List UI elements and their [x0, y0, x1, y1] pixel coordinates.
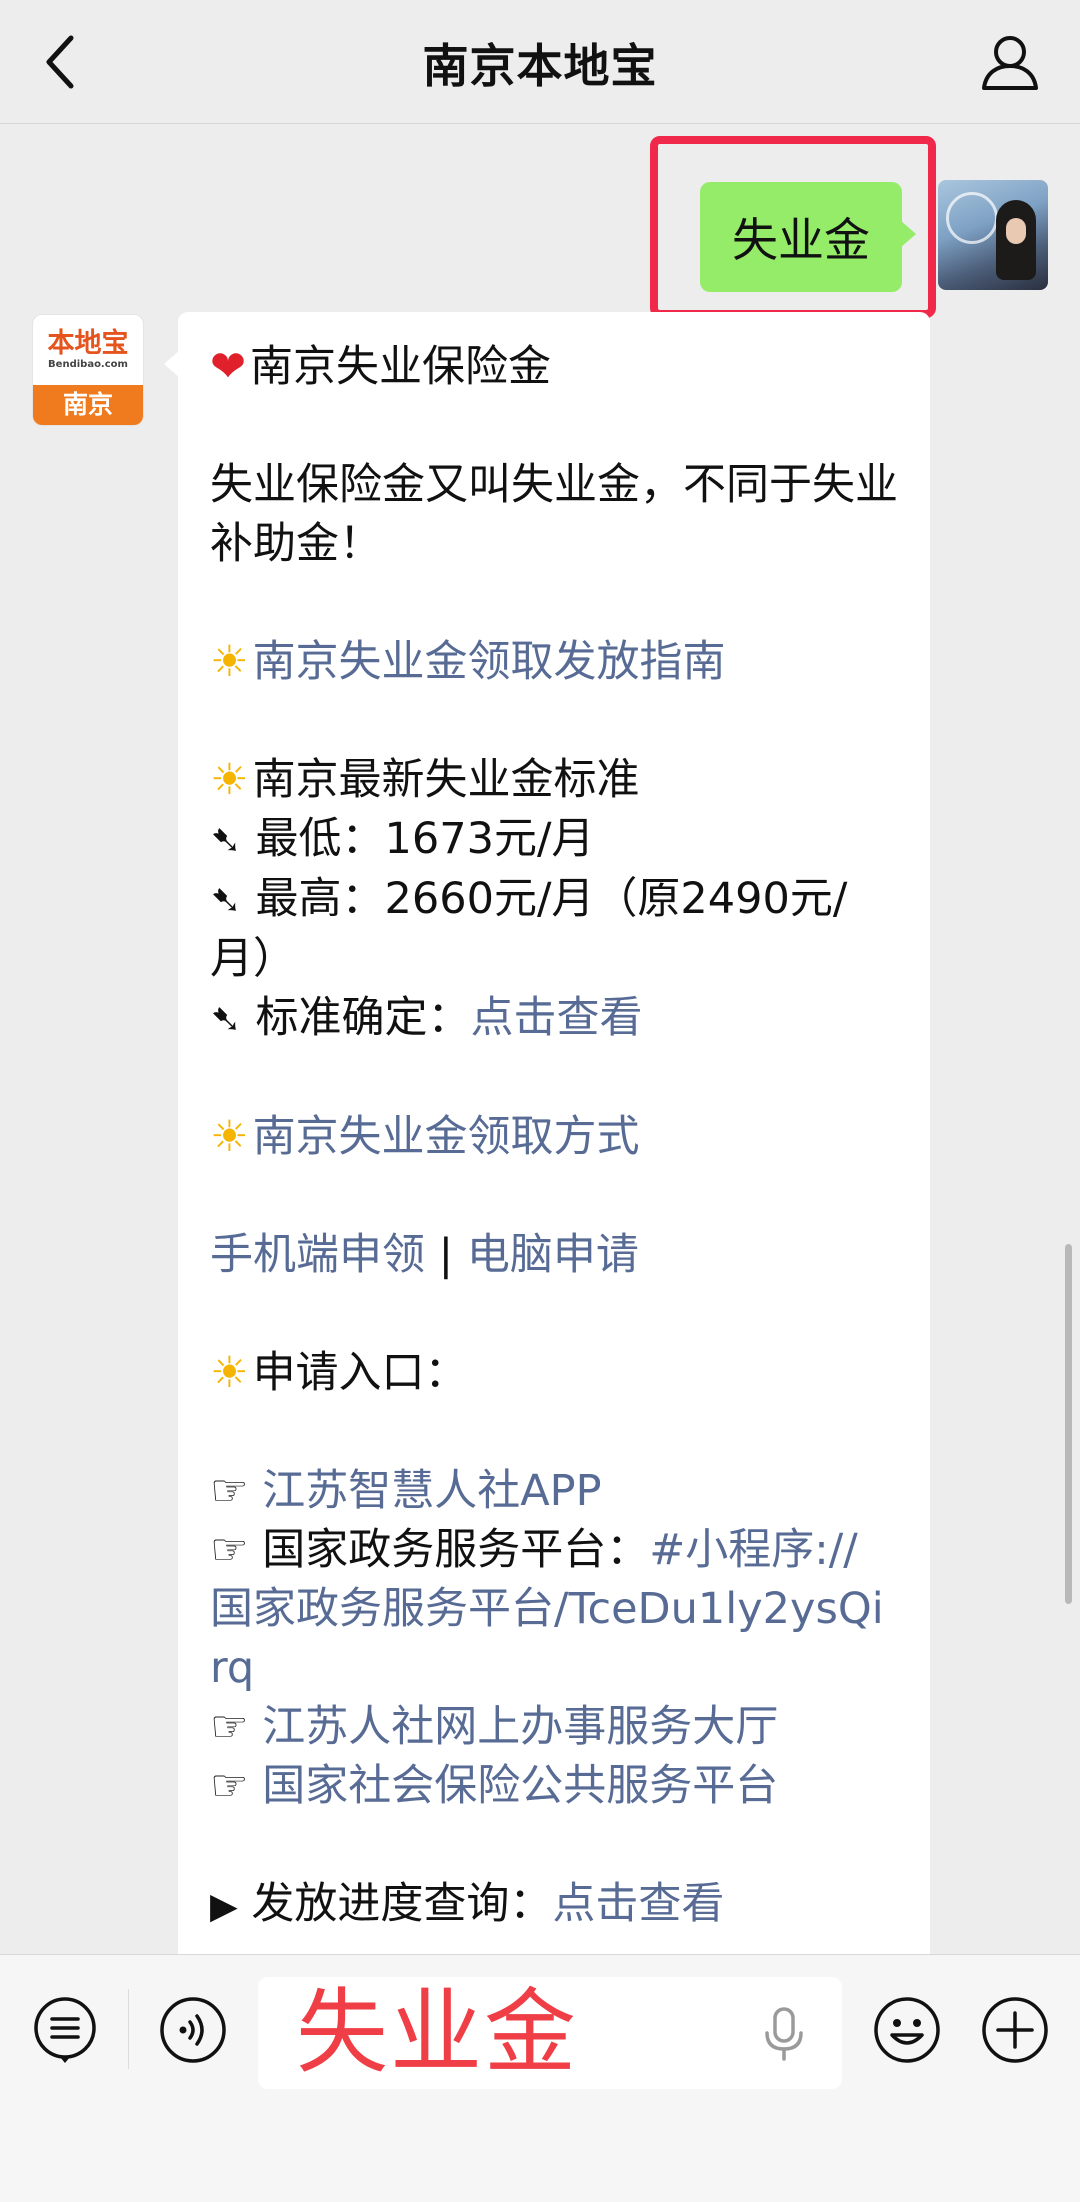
min-label: 最低： — [255, 814, 385, 864]
pointing-hand-icon: ☞ — [210, 1761, 249, 1811]
sun-icon: ☀ — [210, 755, 249, 805]
entry-3-link[interactable]: 江苏人社网上办事服务大厅 — [262, 1702, 778, 1752]
entry-1-link[interactable]: 江苏智慧人社APP — [262, 1466, 601, 1516]
entry-2-line: ☞ 国家政务服务平台：#小程序://国家政务服务平台/TceDu1ly2ysQi… — [210, 1521, 898, 1698]
mobile-apply-link[interactable]: 手机端申领 — [210, 1230, 425, 1280]
ferris-wheel-shape — [946, 192, 998, 244]
message-input[interactable]: 失业金 — [258, 1977, 842, 2089]
arrow-icon: ➷ — [210, 818, 242, 862]
entry-heading-line: ☀申请入口： — [210, 1344, 898, 1403]
standard-heading: 南京最新失业金标准 — [252, 755, 640, 805]
avatar-brand: 本地宝 — [47, 328, 129, 359]
max-label: 最高： — [255, 874, 385, 924]
sun-icon: ☀ — [210, 1112, 249, 1162]
bot-message-bubble[interactable]: ❤南京失业保险金 失业保险金又叫失业金，不同于失业补助金！ ☀南京失业金领取发放… — [164, 312, 930, 1954]
voice-button[interactable] — [158, 1995, 228, 2065]
entry-4-link[interactable]: 国家社会保险公共服务平台 — [262, 1761, 778, 1811]
progress-line: ▶ 发放进度查询：点击查看 — [210, 1875, 898, 1936]
pointing-hand-icon: ☞ — [210, 1702, 249, 1752]
max-line: ➷ 最高：2660元/月（原2490元/月） — [210, 870, 898, 989]
standard-line: ➷ 标准确定：点击查看 — [210, 989, 898, 1049]
menu-button[interactable] — [30, 1995, 100, 2065]
heart-icon: ❤ — [210, 342, 247, 392]
progress-link[interactable]: 点击查看 — [552, 1879, 724, 1929]
pointing-hand-icon: ☞ — [210, 1466, 249, 1516]
entry-3-line: ☞ 江苏人社网上办事服务大厅 — [210, 1698, 898, 1757]
bot-avatar[interactable]: 本地宝 Bendibao.com 南京 — [32, 314, 144, 426]
pc-apply-link[interactable]: 电脑申请 — [467, 1230, 639, 1280]
chat-area[interactable]: 失业金 本地宝 Bendibao.com 南京 ❤南京失业保险金 失业保险金又叫… — [0, 124, 1080, 1954]
standard-link[interactable]: 点击查看 — [471, 993, 643, 1043]
guide-line: ☀南京失业金领取发放指南 — [210, 633, 898, 692]
standard-heading-line: ☀南京最新失业金标准 — [210, 751, 898, 810]
plus-icon — [982, 1997, 1048, 2063]
user-avatar[interactable] — [938, 180, 1048, 290]
sun-icon: ☀ — [210, 1348, 249, 1398]
pointing-hand-icon: ☞ — [210, 1525, 249, 1575]
link-separator: | — [438, 1230, 454, 1280]
arrow-icon: ➷ — [210, 878, 242, 922]
entry-1-line: ☞ 江苏智慧人社APP — [210, 1462, 898, 1521]
voice-icon — [160, 1997, 226, 2063]
play-triangle-icon: ▶ — [210, 1886, 238, 1927]
user-message-text: 失业金 — [732, 213, 870, 267]
min-line: ➷ 最低：1673元/月 — [210, 810, 898, 870]
emoji-button[interactable] — [872, 1995, 942, 2065]
reply-intro: 失业保险金又叫失业金，不同于失业补助金！ — [210, 460, 898, 569]
list-menu-icon — [34, 1997, 96, 2063]
guide-link[interactable]: 南京失业金领取发放指南 — [253, 637, 726, 687]
person-icon — [982, 36, 1038, 90]
bar-divider — [128, 1989, 129, 2069]
method-line: ☀南京失业金领取方式 — [210, 1108, 898, 1167]
progress-label: 发放进度查询： — [251, 1879, 553, 1929]
sun-icon: ☀ — [210, 637, 249, 687]
method-link[interactable]: 南京失业金领取方式 — [253, 1112, 640, 1162]
top-bar: 南京本地宝 — [0, 0, 1080, 124]
page-title: 南京本地宝 — [422, 39, 658, 93]
entry-2-label: 国家政务服务平台： — [262, 1525, 650, 1575]
reply-title: 南京失业保险金 — [250, 342, 552, 392]
avatar-domain: Bendibao.com — [48, 359, 128, 370]
entry-4-line: ☞ 国家社会保险公共服务平台 — [210, 1757, 898, 1816]
profile-button[interactable] — [978, 30, 1042, 94]
avatar-city: 南京 — [33, 385, 143, 425]
arrow-icon: ➷ — [210, 997, 242, 1041]
face-shape — [1006, 218, 1026, 244]
message-input-text: 失业金 — [296, 1979, 579, 2086]
standard-label: 标准确定： — [255, 993, 471, 1043]
entry-heading: 申请入口： — [252, 1348, 468, 1398]
chat-scrollbar[interactable] — [1065, 1244, 1072, 1604]
plus-button[interactable] — [980, 1995, 1050, 2065]
smile-icon — [874, 1997, 940, 2063]
apply-links-line: 手机端申领 | 电脑申请 — [210, 1226, 898, 1285]
min-value: 1673元/月 — [384, 814, 595, 864]
mic-icon[interactable] — [762, 2007, 806, 2063]
user-message-row: 失业金 — [0, 136, 1080, 318]
input-bar: 失业金 — [0, 1954, 1080, 2202]
user-message-bubble[interactable]: 失业金 — [700, 182, 916, 292]
reply-title-line: ❤南京失业保险金 — [210, 338, 898, 397]
